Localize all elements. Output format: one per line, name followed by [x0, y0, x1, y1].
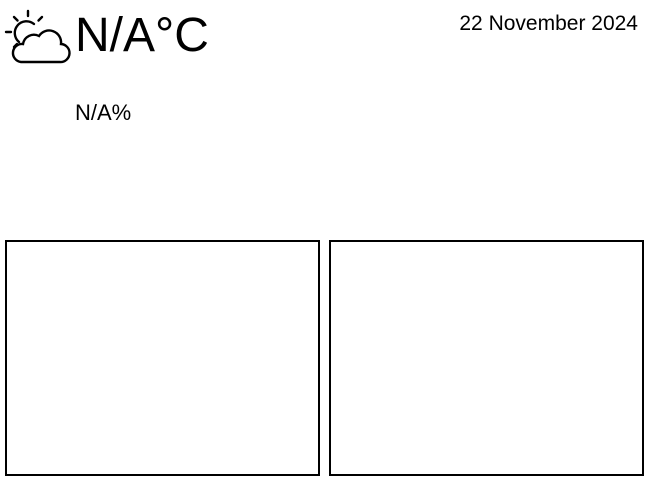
temperature-readout: N/A°C	[75, 9, 209, 62]
humidity-readout: N/A%	[75, 100, 132, 125]
right-panel	[329, 240, 644, 476]
left-panel	[5, 240, 320, 476]
current-date: 22 November 2024	[459, 12, 638, 35]
partly-cloudy-icon	[4, 9, 71, 64]
